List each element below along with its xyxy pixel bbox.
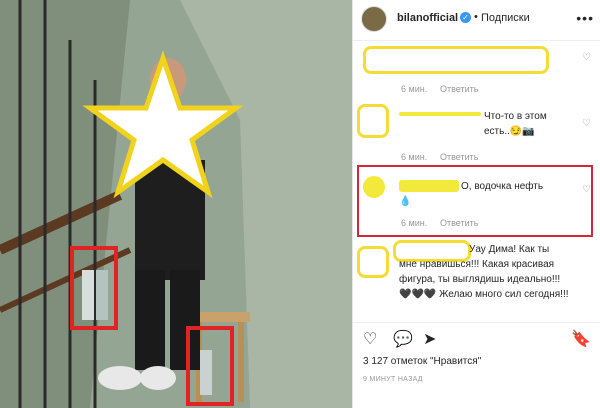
separator-dot: • [474, 11, 478, 23]
comment-item: Что-то в этом есть..😏📷 ♡ 6 мин. Ответить [353, 102, 600, 164]
heart-icon[interactable]: ♡ [363, 329, 377, 349]
share-icon[interactable]: ➤ [423, 329, 436, 349]
reply-link[interactable]: Ответить [440, 152, 478, 162]
comment-item: Уау Дима! Как ты мне нравишься!!! Какая … [353, 238, 600, 322]
censored-avatar [357, 104, 389, 138]
comment-text: Уау Дима! Как ты мне нравишься!!! Какая … [399, 244, 569, 300]
censored-avatar [357, 246, 389, 278]
comment-icon[interactable]: 💬 [393, 329, 413, 349]
like-comment-icon[interactable]: ♡ [582, 184, 591, 195]
like-comment-icon[interactable]: ♡ [582, 52, 591, 63]
comment-time: 6 мин. [401, 218, 428, 228]
more-options-icon[interactable]: ••• [576, 10, 594, 26]
post-photo [0, 0, 352, 408]
post-timestamp: 9 МИНУТ НАЗАД [363, 376, 423, 383]
comment-item: ♡ 6 мин. Ответить [353, 42, 600, 100]
avatar[interactable] [361, 6, 387, 32]
comments-panel: bilanofficial ✓ • Подписки ••• ♡ 6 мин. … [352, 0, 600, 408]
comment-emoji: 💧 [399, 196, 412, 207]
censored-avatar [363, 176, 385, 198]
censored-username [399, 112, 481, 116]
censored-username [363, 46, 549, 74]
comment-time: 6 мин. [401, 152, 428, 162]
photo-scene [0, 0, 352, 408]
post-header: bilanofficial ✓ • Подписки ••• [353, 0, 600, 41]
censored-username [399, 180, 459, 192]
like-comment-icon[interactable]: ♡ [582, 118, 591, 129]
bookmark-icon[interactable]: 🔖 [571, 329, 591, 349]
comment-text: Что-то в этом есть..😏📷 [484, 111, 547, 137]
verified-badge-icon: ✓ [460, 12, 471, 23]
follow-button[interactable]: Подписки [481, 12, 530, 24]
reply-link[interactable]: Ответить [440, 84, 478, 94]
likes-count[interactable]: 3 127 отметок "Нравится" [363, 356, 481, 367]
comment-time: 6 мин. [401, 84, 428, 94]
comment-text: О, водочка нефть [461, 181, 544, 192]
username-link[interactable]: bilanofficial [397, 12, 458, 24]
reply-link[interactable]: Ответить [440, 218, 478, 228]
comment-item: О, водочка нефть 💧 ♡ 6 мин. Ответить [353, 168, 600, 230]
post-actions: ♡ 💬 ➤ 🔖 [353, 322, 600, 353]
